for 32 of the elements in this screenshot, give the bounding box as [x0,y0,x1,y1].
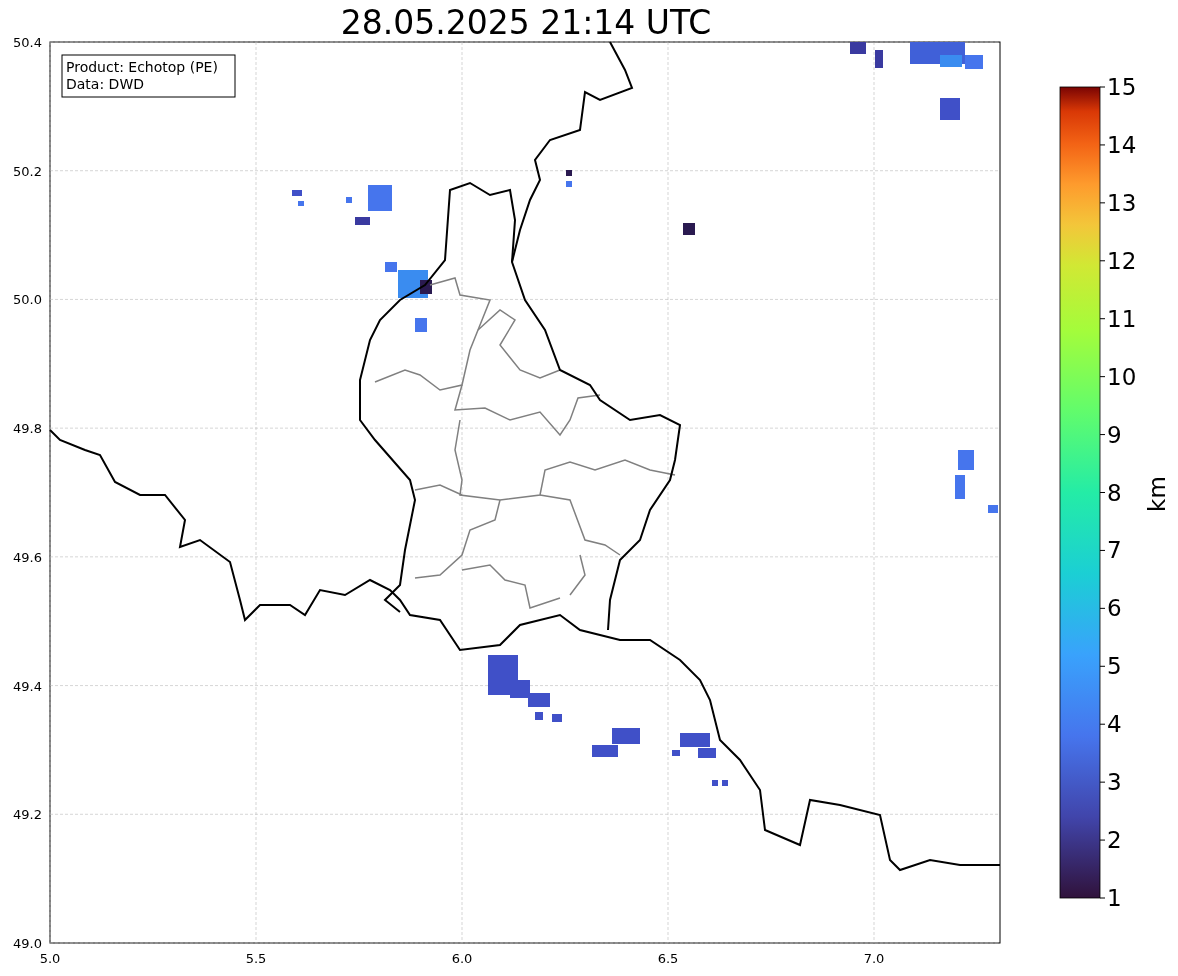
colorbar-tick-label: 11 [1107,305,1137,332]
chart-title: 28.05.2025 21:14 UTC [340,3,712,42]
colorbar-tick-label: 14 [1107,131,1137,158]
y-tick-label: 49.6 [13,549,42,565]
colorbar-tick-label: 5 [1107,653,1122,680]
info-box-text: Product: Echotop (PE) [66,59,218,75]
colorbar-tick-label: 1 [1107,885,1122,911]
colorbar-tick-label: 4 [1107,711,1122,738]
colorbar-tick-label: 3 [1107,769,1122,796]
y-tick-label: 50.4 [13,35,42,50]
colorbar-tick-label: 9 [1107,421,1122,448]
colorbar-label: km [1144,476,1170,512]
colorbar-tick-label: 2 [1107,827,1122,854]
y-tick-label: 50.0 [13,292,42,308]
x-tick-label: 5.5 [245,951,267,966]
colorbar-tick-label: 15 [1107,74,1137,100]
x-tick-label: 6.5 [657,951,679,966]
colorbar-tick-label: 8 [1107,479,1122,506]
y-tick-label: 49.4 [13,678,42,694]
colorbar-tick-label: 12 [1107,247,1137,274]
x-tick-label: 7.0 [863,951,885,966]
x-tick-label: 5.0 [39,951,61,966]
colorbar-tick-label: 7 [1107,537,1122,564]
y-tick-label: 50.2 [13,163,42,179]
colorbar-tick-label: 13 [1107,189,1137,216]
y-tick-label: 49.2 [13,807,42,823]
x-tick-label: 6.0 [451,951,473,966]
colorbar-tick-label: 6 [1107,595,1122,622]
colorbar-tick-label: 10 [1107,363,1137,390]
info-box-text: Data: DWD [66,76,144,92]
y-tick-label: 49.0 [13,936,42,951]
y-tick-label: 49.8 [13,421,42,437]
